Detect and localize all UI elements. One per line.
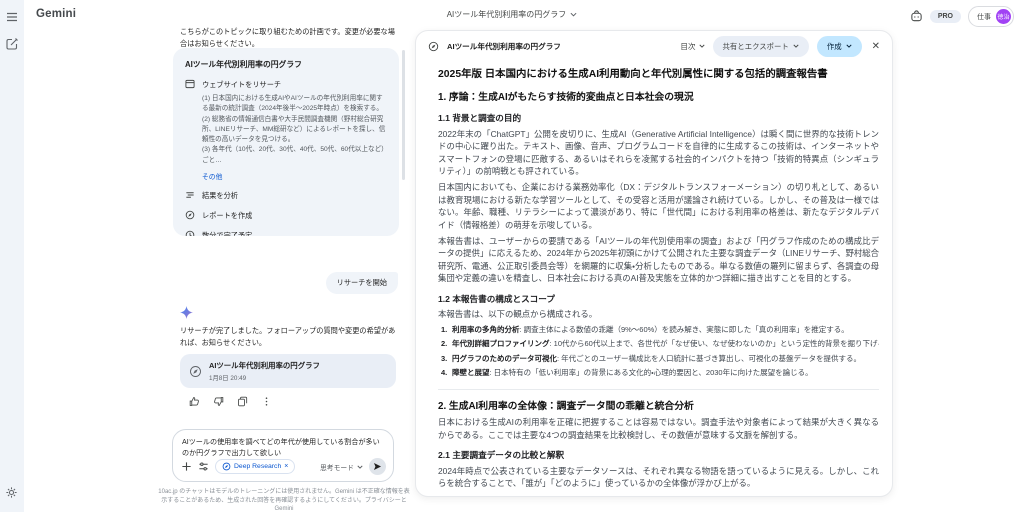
browser-icon (185, 79, 195, 89)
plan-step-label: ウェブサイトをリサーチ (202, 80, 282, 89)
deep-research-icon (185, 210, 195, 220)
report-paragraph: 日本における生成AIの利用率を正確に把握することは容易ではない。調査手法や対象者… (438, 417, 879, 440)
report-subsection-heading: 2.1 主要調査データの比較と解釈 (438, 450, 565, 460)
prompt-input[interactable]: AIツールの使用率を調べてどの年代が使用している割合が多いのか円グラフで出力して… (182, 437, 384, 458)
user-message-bubble: リサーチを開始 (325, 272, 398, 294)
report-subsection-heading: 1.2 本報告書の構成とスコープ (438, 293, 555, 304)
artifact-timestamp: 1月8日 20:49 (209, 375, 247, 382)
account-label: 仕事 (977, 13, 991, 21)
more-vert-icon[interactable] (261, 396, 272, 407)
chevron-down-icon (357, 465, 363, 469)
report-document: 2025年版 日本国内における生成AI利用動向と年代別属性に関する包括的調査報告… (416, 68, 892, 496)
report-paragraph: 本報告書は、ユーザーからの要請である「AIツールの年代別使用率の調査」および「円… (438, 235, 879, 284)
canvas-doc-title: AIツール年代別利用率の円グラフ (447, 41, 561, 51)
report-paragraph: 本報告書は、以下の観点から構成される。 (438, 309, 598, 319)
table-header-row: 調査機関 調査時期 対象範囲 全体利用率 年代別トレンドの特徴 データソース (438, 495, 879, 496)
list-item: 年代別詳細プロファイリング: 10代から60代以上まで、各世代が「なぜ使い、なぜ… (441, 339, 879, 349)
chevron-down-icon (793, 44, 799, 48)
divider (438, 388, 879, 390)
create-button[interactable]: 作成 (816, 35, 862, 57)
disclaimer-text: 10ac.jp のチャットはモデルのトレーニングには使用されません。Gemini… (158, 489, 410, 512)
chevron-down-icon (846, 44, 852, 48)
chip-remove-icon[interactable]: × (284, 463, 288, 470)
report-section-heading: 1. 序論：生成AIがもたらす技術的変曲点と日本社会の現況 (438, 92, 694, 103)
list-item: 円グラフのためのデータ可視化: 年代ごとのユーザー構成比を人口統計に基づき算出し… (441, 353, 861, 364)
send-button[interactable] (369, 458, 386, 475)
report-paragraph: 2024年時点で公表されている主要なデータソースは、それぞれ異なる物語を語ってい… (438, 465, 879, 489)
deep-research-icon (190, 365, 201, 377)
account-chip[interactable]: 仕事 徳治 (968, 6, 1014, 27)
conversation-title-dropdown[interactable]: AIツール年代別利用率の円グラフ (0, 9, 1024, 20)
report-paragraph: 日本国内においても、企業における業務効率化（DX：デジタルトランスフォーメーショ… (438, 182, 879, 230)
send-icon (373, 462, 382, 471)
report-scope-list: 利用率の多角的分析: 調査主体による数値の乖離（9%～60%）を読み解き、実態に… (438, 325, 879, 379)
thumbs-up-icon[interactable] (189, 396, 200, 407)
thinking-mode-button[interactable]: 思考モード (320, 462, 363, 472)
tune-icon[interactable] (198, 461, 209, 472)
assistant-completion-message: リサーチが完了しました。フォローアップの質問や変更の希望があれば、お知らせくださ… (180, 326, 396, 347)
new-chat-icon[interactable] (5, 37, 19, 51)
list-item: 障壁と展望: 日本特有の「低い利用率」の背景にある文化的・心理的要因と、2030… (441, 368, 813, 378)
deep-research-chip[interactable]: Deep Research × (215, 459, 296, 474)
add-icon[interactable] (181, 461, 192, 472)
survey-comparison-table: 調査機関 調査時期 対象範囲 全体利用率 年代別トレンドの特徴 データソース L… (438, 495, 879, 496)
assistant-plan-intro: こちらがこのトピックに取り組むための計画です。変更が必要な場合はお知らせください… (180, 27, 395, 48)
gemini-sparkle-icon (180, 306, 193, 319)
report-section-heading: 2. 生成AI利用率の全体像：調査データ間の乖離と統合分析 (438, 400, 694, 412)
canvas-close-icon[interactable]: ✕ (872, 41, 880, 52)
deep-research-icon (428, 41, 439, 51)
analyze-icon (186, 192, 194, 198)
left-rail (0, 0, 24, 512)
chevron-down-icon (570, 12, 577, 17)
clock-icon (185, 230, 195, 236)
canvas-panel: AIツール年代別利用率の円グラフ 目次 共有とエクスポート 作成 ✕ 2025年… (415, 30, 893, 497)
report-subsection-heading: 1.1 背景と調査の目的 (438, 113, 522, 123)
thinking-mode-label: 思考モード (320, 464, 354, 472)
premium-icon[interactable] (910, 10, 923, 23)
artifact-title: AIツール年代別利用率の円グラフ (209, 361, 320, 370)
settings-icon[interactable] (5, 486, 19, 500)
thumbs-down-icon[interactable] (213, 396, 224, 407)
plan-eta-label: 数分で完了予定 (202, 231, 253, 236)
copy-icon[interactable] (237, 396, 248, 407)
chip-label: Deep Research (234, 463, 282, 470)
prompt-input-container[interactable]: AIツールの使用率を調べてどの年代が使用している割合が多いのか円グラフで出力して… (172, 429, 394, 482)
toc-button[interactable]: 目次 (680, 41, 705, 52)
plan-step-label: レポートを作成 (202, 211, 253, 221)
plan-step-details: (1) 日本国内における生成AIやAIツールの年代別利用率に関する最新の統計調査… (202, 95, 386, 164)
chat-scrollbar[interactable] (402, 50, 405, 180)
conversation-title: AIツール年代別利用率の円グラフ (446, 10, 567, 19)
research-plan-card: AIツール年代別利用率の円グラフ ウェブサイトをリサーチ (1) 日本国内におけ… (173, 48, 399, 236)
pro-badge[interactable]: PRO (929, 10, 961, 23)
list-item: 利用率の多角的分析: 調査主体による数値の乖離（9%～60%）を読み解き、実態に… (441, 324, 849, 335)
plan-title: AIツール年代別利用率の円グラフ (185, 60, 302, 69)
avatar[interactable]: 徳治 (996, 9, 1011, 24)
plan-step-label: 結果を分析 (202, 191, 238, 201)
research-artifact-card[interactable]: AIツール年代別利用率の円グラフ 1月8日 20:49 (180, 354, 396, 388)
share-export-button[interactable]: 共有とエクスポート (712, 35, 809, 57)
plan-more-link[interactable]: その他 (202, 171, 387, 181)
report-title: 2025年版 日本国内における生成AI利用動向と年代別属性に関する包括的調査報告… (438, 69, 828, 80)
chevron-down-icon (698, 44, 705, 48)
deep-research-icon (222, 462, 231, 471)
report-paragraph: 2022年末の「ChatGPT」公開を皮切りに、生成AI（Generative … (438, 128, 879, 177)
